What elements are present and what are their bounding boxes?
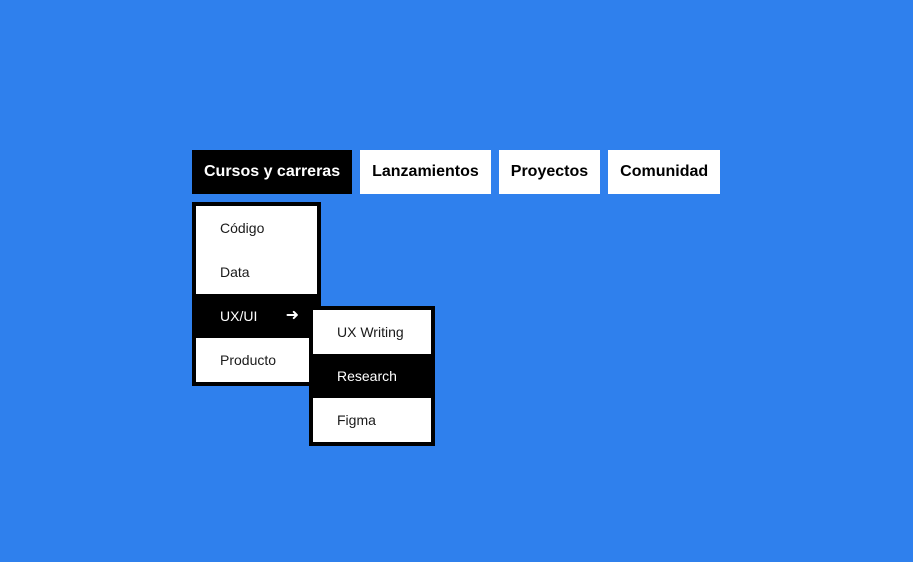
main-nav: Cursos y carreras Lanzamientos Proyectos… <box>192 150 721 194</box>
nav-item-proyectos[interactable]: Proyectos <box>498 150 601 194</box>
submenu-item-research[interactable]: Research <box>313 354 431 398</box>
submenu-item-label: Research <box>337 368 397 384</box>
menu-item-producto[interactable]: Producto <box>196 338 317 382</box>
menu-item-data[interactable]: Data <box>196 250 317 294</box>
submenu-item-figma[interactable]: Figma <box>313 398 431 442</box>
nav-item-cursos-y-carreras[interactable]: Cursos y carreras <box>192 150 353 194</box>
menu-item-label: Producto <box>220 352 277 368</box>
dropdown-menu: Código Data UX/UI ➜ Producto <box>192 202 321 386</box>
menu-item-label: UX/UI <box>220 308 258 324</box>
arrow-right-icon: ➜ <box>285 307 299 324</box>
menu-item-ux-ui[interactable]: UX/UI ➜ <box>196 294 321 338</box>
menu-item-codigo[interactable]: Código <box>196 206 317 250</box>
submenu-item-ux-writing[interactable]: UX Writing <box>313 310 431 354</box>
nav-item-comunidad[interactable]: Comunidad <box>608 150 721 194</box>
menu-item-label: Código <box>220 220 265 236</box>
menu-item-label: Data <box>220 264 250 280</box>
submenu-item-label: Figma <box>337 412 376 428</box>
submenu: UX Writing Research Figma <box>309 306 435 446</box>
nav-item-lanzamientos[interactable]: Lanzamientos <box>360 150 491 194</box>
submenu-item-label: UX Writing <box>337 324 404 340</box>
